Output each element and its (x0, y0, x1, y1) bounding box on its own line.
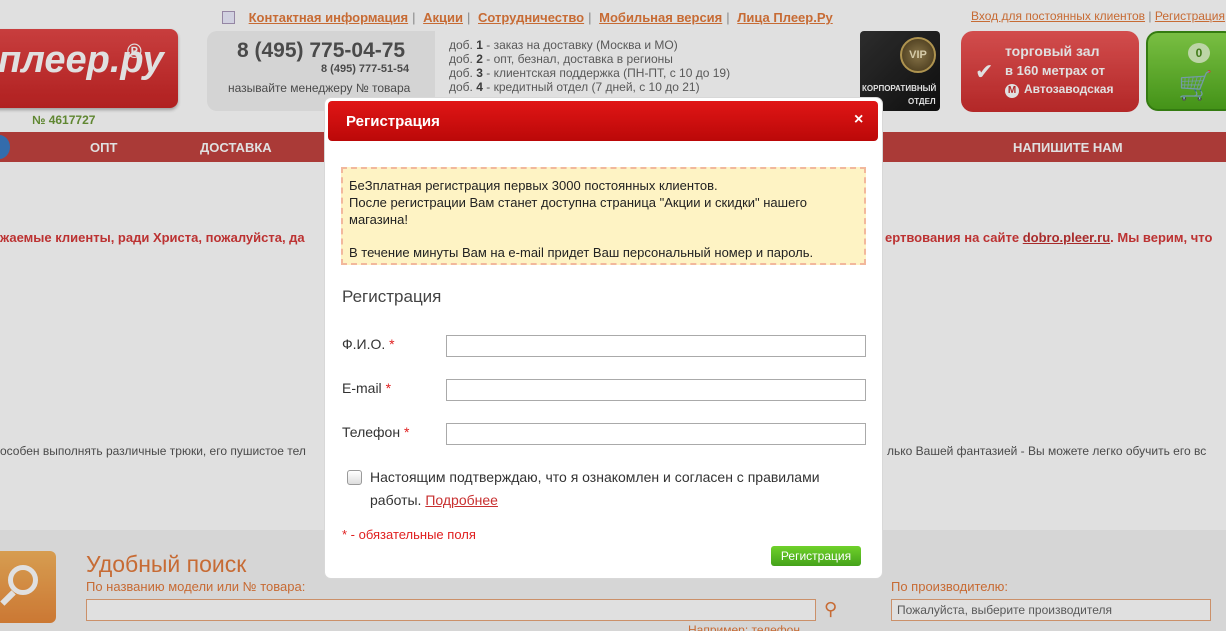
info-line: В течение минуты Вам на e-mail придет Ва… (349, 245, 814, 260)
register-submit-button[interactable]: Регистрация (771, 546, 861, 566)
agree-checkbox[interactable] (347, 470, 362, 485)
phone-field[interactable] (446, 423, 866, 445)
agree-text: Настоящим подтверждаю, что я ознакомлен … (370, 469, 820, 508)
form-title: Регистрация (342, 287, 442, 306)
close-icon[interactable]: × (854, 111, 863, 129)
info-line: БеЗплатная регистрация первых 3000 посто… (349, 178, 718, 193)
page: Контактная информация | Акции | Сотрудниче… (0, 0, 1226, 631)
phone-label: Телефон * (342, 424, 410, 440)
modal-title: Регистрация (346, 113, 440, 130)
email-label: E-mail * (342, 380, 392, 396)
info-line: После регистрации Вам станет доступна ст… (349, 195, 808, 227)
details-link[interactable]: Подробнее (425, 492, 498, 508)
fio-label: Ф.И.О. * (342, 336, 395, 352)
required-note: * - обязательные поля (342, 527, 476, 542)
email-field[interactable] (446, 379, 866, 401)
registration-modal: Регистрация × БеЗплатная регистрация пер… (325, 98, 882, 578)
fio-field[interactable] (446, 335, 866, 357)
modal-header: Регистрация × (328, 101, 878, 141)
info-box: БеЗплатная регистрация первых 3000 посто… (341, 167, 866, 265)
